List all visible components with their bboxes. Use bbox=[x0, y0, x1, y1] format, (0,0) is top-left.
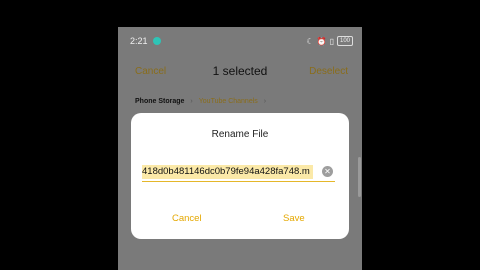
status-icons: ☾ ⏰ ▯ 100 bbox=[306, 36, 353, 46]
phone-screen: 2:21 ☾ ⏰ ▯ 100 Cancel 1 selected Deselec… bbox=[118, 27, 362, 270]
battery-icon: 100 bbox=[336, 36, 353, 46]
deselect-button[interactable]: Deselect bbox=[309, 66, 348, 77]
do-not-disturb-icon: ☾ bbox=[306, 36, 314, 46]
status-bar: 2:21 ☾ ⏰ ▯ 100 bbox=[118, 27, 362, 55]
selection-toolbar: Cancel 1 selected Deselect bbox=[118, 63, 362, 83]
breadcrumb-trail-chevron: › bbox=[263, 98, 267, 105]
app-notification-icon bbox=[153, 37, 161, 45]
status-time: 2:21 bbox=[130, 36, 148, 46]
breadcrumb: Phone Storage › YouTube Channels › bbox=[135, 98, 266, 105]
clear-input-icon[interactable]: ✕ bbox=[322, 166, 333, 177]
dialog-title: Rename File bbox=[211, 129, 269, 140]
scrollbar[interactable] bbox=[358, 157, 361, 197]
breadcrumb-separator: › bbox=[190, 98, 193, 105]
vibrate-icon: ▯ bbox=[329, 36, 334, 46]
rename-file-dialog: Rename File 418d0b481146dc0b79fe94a428fa… bbox=[131, 113, 349, 239]
filename-input[interactable]: 418d0b481146dc0b79fe94a428fa748.m ✕ bbox=[142, 163, 335, 182]
breadcrumb-root[interactable]: Phone Storage bbox=[135, 98, 184, 105]
alarm-icon: ⏰ bbox=[316, 36, 327, 46]
cancel-button[interactable]: Cancel bbox=[172, 213, 202, 224]
save-button[interactable]: Save bbox=[283, 213, 305, 224]
breadcrumb-current[interactable]: YouTube Channels bbox=[199, 98, 258, 105]
filename-value[interactable]: 418d0b481146dc0b79fe94a428fa748.m bbox=[142, 165, 313, 179]
